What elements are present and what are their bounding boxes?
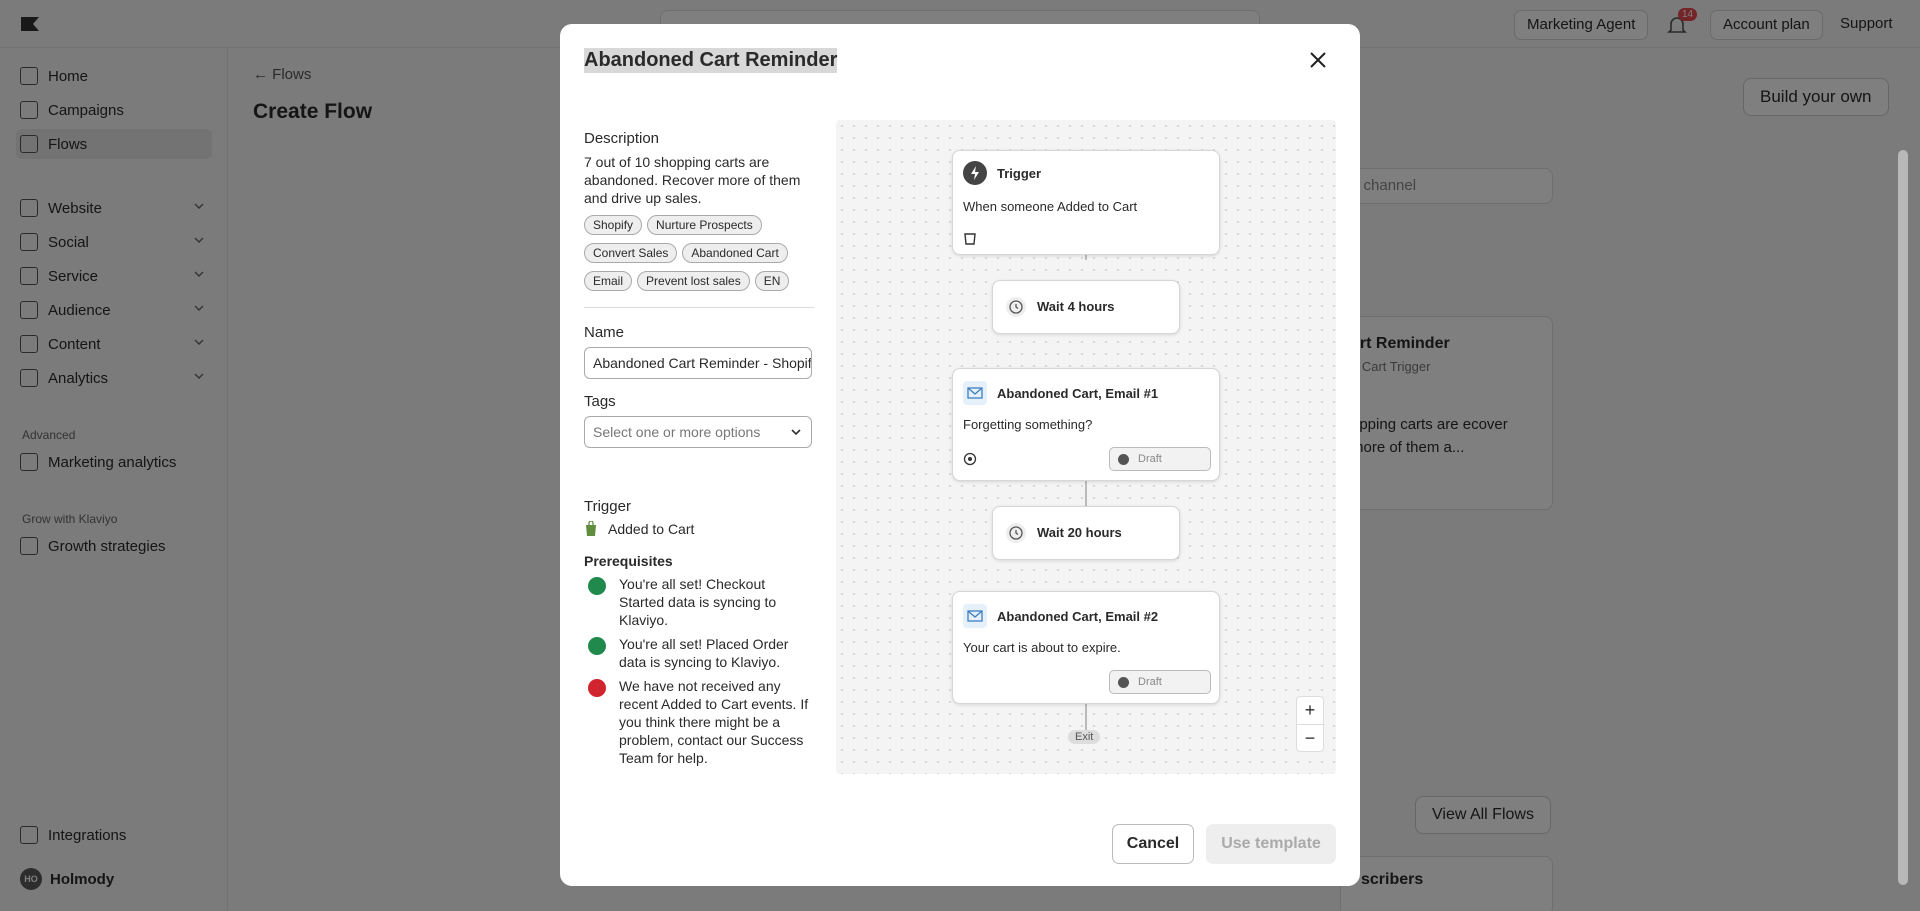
shopify-icon xyxy=(586,521,596,536)
shopify-bag-icon xyxy=(964,233,976,245)
flow-node-email-1[interactable]: Abandoned Cart, Email #1 Forgetting some… xyxy=(952,368,1220,481)
use-template-button[interactable]: Use template xyxy=(1206,824,1336,864)
email-node-title: Abandoned Cart, Email #1 xyxy=(997,386,1159,401)
chevron-down-icon xyxy=(791,429,801,436)
email-status-label: Draft xyxy=(1138,453,1162,465)
tag-chip: Shopify xyxy=(584,215,643,235)
prerequisite-item: You're all set! Placed Order data is syn… xyxy=(584,635,814,671)
tag-chip: Convert Sales xyxy=(584,243,678,263)
tag-chip: Nurture Prospects xyxy=(647,215,762,235)
trigger-node-title: Trigger xyxy=(997,166,1042,181)
draft-icon xyxy=(1118,454,1129,465)
tags-label: Tags xyxy=(584,393,616,410)
trigger-label: Trigger xyxy=(584,498,631,515)
prerequisite-item: You're all set! Checkout Started data is… xyxy=(584,575,814,629)
name-label: Name xyxy=(584,324,625,341)
close-icon[interactable] xyxy=(1306,48,1330,72)
flow-preview-canvas[interactable]: Trigger When someone Added to Cart Wait … xyxy=(836,120,1336,774)
wait-node-title: Wait 20 hours xyxy=(1037,525,1122,540)
flow-node-email-2[interactable]: Abandoned Cart, Email #2 Your cart is ab… xyxy=(952,591,1220,704)
zoom-controls: + − xyxy=(1296,696,1324,752)
description-label: Description xyxy=(584,130,660,147)
tags-select-placeholder: Select one or more options xyxy=(593,424,761,440)
email-status-label: Draft xyxy=(1138,676,1162,688)
flow-name-input[interactable]: Abandoned Cart Reminder - Shopify xyxy=(584,347,812,379)
email-icon xyxy=(963,381,987,405)
draft-icon xyxy=(1118,677,1129,688)
tag-chip: Abandoned Cart xyxy=(682,243,788,263)
cancel-button[interactable]: Cancel xyxy=(1112,824,1194,864)
trigger-value-row: Added to Cart xyxy=(584,521,814,537)
tag-chip: Email xyxy=(584,271,633,291)
template-tags: Shopify Nurture Prospects Convert Sales Ab… xyxy=(584,215,814,299)
flow-exit-badge: Exit xyxy=(1068,730,1101,744)
prerequisite-item: We have not received any recent Added to… xyxy=(584,677,814,767)
tag-chip: EN xyxy=(754,271,790,291)
lightning-icon xyxy=(963,161,987,185)
page-scrollbar[interactable] xyxy=(1898,150,1908,885)
tags-select[interactable]: Select one or more options xyxy=(584,416,812,448)
prerequisites-label: Prerequisites xyxy=(584,553,673,569)
check-circle-icon xyxy=(588,577,606,595)
email-status-badge: Draft xyxy=(1109,447,1211,471)
email-node-subject: Your cart is about to expire. xyxy=(963,640,1121,655)
error-circle-icon xyxy=(588,679,606,697)
check-circle-icon xyxy=(588,637,606,655)
tag-chip: Prevent lost sales xyxy=(637,271,750,291)
description-text: 7 out of 10 shopping carts are abandoned… xyxy=(584,154,801,206)
trigger-value: Added to Cart xyxy=(608,521,695,537)
email-icon xyxy=(963,604,987,628)
clock-icon xyxy=(1006,523,1026,543)
clock-icon xyxy=(1006,297,1026,317)
wait-node-title: Wait 4 hours xyxy=(1037,299,1115,314)
template-details-panel: Description 7 out of 10 shopping carts a… xyxy=(584,130,814,767)
email-node-subject: Forgetting something? xyxy=(963,417,1093,432)
email-status-badge: Draft xyxy=(1109,670,1211,694)
email-node-title: Abandoned Cart, Email #2 xyxy=(997,609,1159,624)
template-preview-modal: Abandoned Cart Reminder Description 7 ou… xyxy=(560,24,1360,886)
divider xyxy=(584,307,814,308)
prerequisite-text: We have not received any recent Added to… xyxy=(619,678,809,766)
prerequisite-text: You're all set! Checkout Started data is… xyxy=(619,576,777,628)
trigger-node-text: When someone Added to Cart xyxy=(963,199,1138,214)
flow-node-trigger[interactable]: Trigger When someone Added to Cart xyxy=(952,150,1220,255)
flow-node-wait-4-hours[interactable]: Wait 4 hours xyxy=(992,280,1180,334)
zoom-out-button[interactable]: − xyxy=(1297,725,1323,753)
flow-node-wait-20-hours[interactable]: Wait 20 hours xyxy=(992,506,1180,560)
zoom-in-button[interactable]: + xyxy=(1297,697,1323,725)
prerequisite-text: You're all set! Placed Order data is syn… xyxy=(619,636,789,670)
target-icon xyxy=(963,452,977,466)
flow-connector xyxy=(1085,480,1087,507)
modal-title: Abandoned Cart Reminder xyxy=(584,48,838,73)
